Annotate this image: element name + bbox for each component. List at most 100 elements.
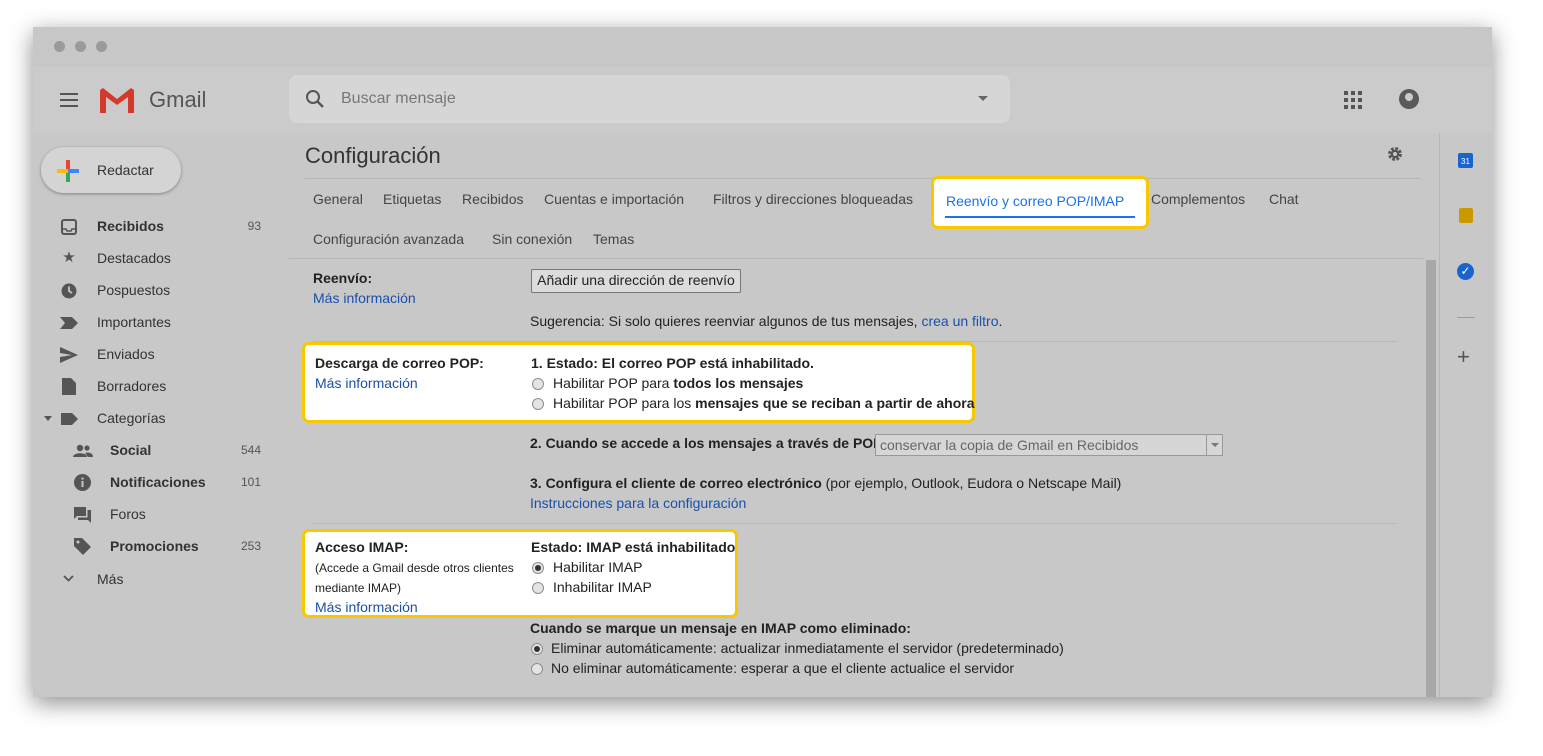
forwarding-more-info-link[interactable]: Más información	[313, 290, 416, 306]
window-minimize-dot[interactable]	[75, 41, 86, 52]
star-icon: ★	[62, 249, 76, 266]
tab-temas[interactable]: Temas	[593, 231, 634, 247]
pop-opt2-text: Habilitar POP para los	[553, 395, 696, 411]
tab-complementos[interactable]: Complementos	[1151, 191, 1245, 207]
compose-button[interactable]: Redactar	[41, 147, 181, 193]
nav-item-enviados[interactable]: Enviados	[33, 339, 273, 369]
tab-etiquetas[interactable]: Etiquetas	[383, 191, 441, 207]
clock-icon	[61, 283, 77, 299]
left-navigation: Redactar Recibidos 93 ★ Destacados Pospu…	[33, 133, 273, 697]
main-menu-icon[interactable]	[60, 93, 78, 111]
pop-status: 1. Estado: El correo POP está inhabilita…	[531, 355, 814, 371]
apps-grid-icon[interactable]	[1344, 91, 1362, 109]
account-avatar[interactable]	[1399, 89, 1419, 109]
tab-reenvio-label: Reenvío y correo POP/IMAP	[946, 193, 1125, 209]
tab-general[interactable]: General	[313, 191, 363, 207]
imap-disable-label[interactable]: Inhabilitar IMAP	[553, 579, 652, 595]
imap-auto-expunge-off-label[interactable]: No eliminar automáticamente: esperar a q…	[551, 660, 1014, 676]
nav-item-categorias[interactable]: Categorías	[33, 403, 273, 433]
search-bar[interactable]: Buscar mensaje	[289, 75, 1010, 123]
expand-arrow-icon[interactable]	[44, 416, 52, 421]
pop-config-instructions-link[interactable]: Instrucciones para la configuración	[530, 495, 746, 511]
nav-label: Notificaciones	[110, 474, 206, 490]
pop-access-select[interactable]: conservar la copia de Gmail en Recibidos	[875, 434, 1223, 456]
search-input[interactable]: Buscar mensaje	[341, 90, 456, 108]
nav-count: 101	[240, 475, 261, 489]
keep-icon[interactable]	[1459, 208, 1473, 223]
pop-client-rest: (por ejemplo, Outlook, Eudora o Netscape…	[821, 475, 1122, 491]
calendar-icon[interactable]: 31	[1458, 153, 1473, 168]
imap-auto-expunge-off-radio[interactable]	[531, 663, 543, 675]
window-close-dot[interactable]	[54, 41, 65, 52]
search-options-caret-icon[interactable]	[978, 96, 988, 101]
draft-icon	[62, 378, 76, 395]
imap-description-line1: (Accede a Gmail desde otros clientes	[315, 561, 514, 575]
select-arrow-icon[interactable]	[1206, 435, 1222, 455]
tab-chat[interactable]: Chat	[1269, 191, 1299, 207]
pop-new-messages-label[interactable]: Habilitar POP para los mensajes que se r…	[553, 395, 974, 411]
forum-icon	[74, 507, 91, 523]
settings-panel: Configuración General Etiquetas Recibido…	[289, 133, 1436, 697]
nav-label: Destacados	[97, 250, 171, 266]
tasks-icon[interactable]: ✓	[1457, 263, 1474, 280]
nav-item-promociones[interactable]: Promociones 253	[33, 531, 273, 561]
tabs-divider	[305, 178, 1421, 179]
pop-opt2-bold: mensajes que se reciban a partir de ahor…	[695, 395, 975, 411]
nav-item-pospuestos[interactable]: Pospuestos	[33, 275, 273, 305]
pop-all-messages-label[interactable]: Habilitar POP para todos los mensajes	[553, 375, 803, 391]
add-forwarding-address-button[interactable]: Añadir una dirección de reenvío	[531, 269, 741, 293]
nav-label: Promociones	[110, 538, 199, 554]
nav-item-notificaciones[interactable]: Notificaciones 101	[33, 467, 273, 497]
active-tab-underline	[945, 216, 1135, 218]
imap-enable-label[interactable]: Habilitar IMAP	[553, 559, 642, 575]
forwarding-tip-suffix: .	[998, 313, 1003, 329]
gmail-logo-icon	[100, 88, 134, 113]
nav-label: Borradores	[97, 378, 167, 394]
imap-auto-expunge-on-label[interactable]: Eliminar automáticamente: actualizar inm…	[551, 640, 1064, 656]
tab-reenvio-pop-imap[interactable]: Reenvío y correo POP/IMAP	[931, 176, 1149, 229]
nav-count: 253	[240, 539, 261, 553]
nav-item-destacados[interactable]: ★ Destacados	[33, 243, 273, 273]
search-icon[interactable]	[305, 89, 325, 109]
nav-label: Enviados	[97, 346, 155, 362]
content-divider	[289, 258, 1423, 259]
pop-section-highlight: Descarga de correo POP: Más información …	[302, 342, 975, 423]
nav-item-social[interactable]: Social 544	[33, 435, 273, 465]
window-titlebar	[33, 27, 1492, 67]
window-maximize-dot[interactable]	[96, 41, 107, 52]
nav-item-foros[interactable]: Foros	[33, 499, 273, 529]
side-panel-divider	[1439, 133, 1440, 697]
imap-enable-radio[interactable]	[532, 562, 544, 574]
nav-label: Pospuestos	[97, 282, 171, 298]
imap-deleted-title: Cuando se marque un mensaje en IMAP como…	[530, 620, 911, 636]
settings-scrollbar[interactable]	[1426, 260, 1436, 697]
tab-filtros[interactable]: Filtros y direcciones bloqueadas	[713, 191, 913, 207]
nav-item-importantes[interactable]: Importantes	[33, 307, 273, 337]
imap-auto-expunge-on-radio[interactable]	[531, 643, 543, 655]
pop-more-info-link[interactable]: Más información	[315, 375, 418, 391]
forwarding-label: Reenvío:	[313, 270, 373, 286]
nav-item-mas[interactable]: Más	[33, 564, 273, 594]
label-important-icon	[60, 317, 78, 329]
pop-access-label: 2. Cuando se accede a los mensajes a tra…	[530, 435, 883, 451]
pop-client-config: 3. Configura el cliente de correo electr…	[530, 475, 1121, 491]
nav-count: 93	[247, 219, 261, 233]
pop-all-messages-radio[interactable]	[532, 378, 544, 390]
gear-icon[interactable]	[1386, 145, 1404, 163]
nav-count: 544	[240, 443, 261, 457]
tab-configuracion-avanzada[interactable]: Configuración avanzada	[313, 231, 464, 247]
imap-disable-radio[interactable]	[532, 582, 544, 594]
gmail-wordmark[interactable]: Gmail	[149, 87, 206, 113]
nav-item-recibidos[interactable]: Recibidos 93	[33, 211, 273, 241]
tab-cuentas[interactable]: Cuentas e importación	[544, 191, 684, 207]
create-filter-link[interactable]: crea un filtro	[921, 313, 998, 329]
tab-sin-conexion[interactable]: Sin conexión	[492, 231, 572, 247]
pop-access-select-value: conservar la copia de Gmail en Recibidos	[880, 437, 1139, 453]
tab-recibidos[interactable]: Recibidos	[462, 191, 523, 207]
imap-more-info-link[interactable]: Más información	[315, 599, 418, 615]
add-addon-icon[interactable]: +	[1457, 344, 1470, 370]
nav-item-borradores[interactable]: Borradores	[33, 371, 273, 401]
pop-new-messages-radio[interactable]	[532, 398, 544, 410]
side-panel: 31 ✓ +	[1439, 133, 1492, 697]
forwarding-tip-text: Sugerencia: Si solo quieres reenviar alg…	[530, 313, 922, 329]
